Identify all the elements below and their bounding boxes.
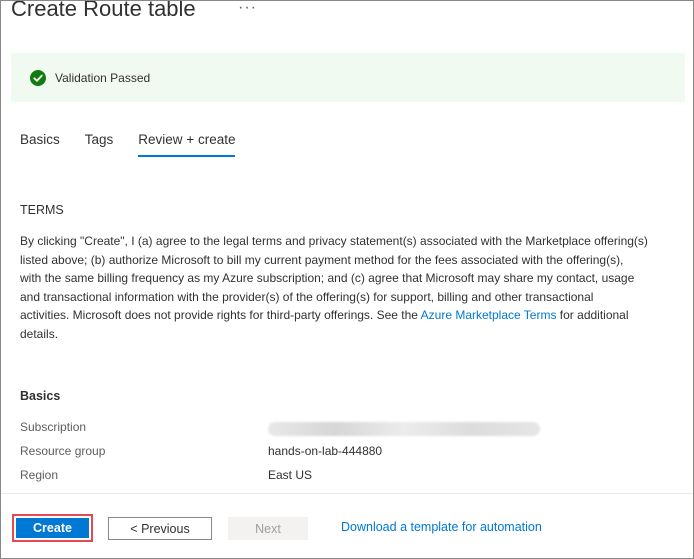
terms-text-segment: activities. Microsoft does not provide r…: [20, 308, 421, 322]
validation-text: Validation Passed: [55, 70, 151, 85]
terms-text-segment: for additional: [556, 308, 629, 322]
terms-line: activities. Microsoft does not provide r…: [20, 306, 690, 325]
terms-line: listed above; (b) authorize Microsoft to…: [20, 252, 624, 267]
resource-group-label: Resource group: [20, 444, 106, 458]
checkmark-circle-icon: [30, 69, 46, 86]
tab-basics[interactable]: Basics: [20, 132, 60, 157]
previous-button[interactable]: < Previous: [108, 517, 212, 540]
terms-text: By clicking "Create", I (a) agree to the…: [20, 232, 690, 343]
tab-tags[interactable]: Tags: [85, 132, 114, 157]
page-title: Create Route table: [11, 0, 196, 21]
create-button[interactable]: Create: [12, 514, 93, 542]
resource-group-value: hands-on-lab-444880: [268, 444, 383, 458]
action-footer: Create < Previous Next Download a templa…: [1, 493, 693, 558]
subscription-label: Subscription: [20, 420, 87, 434]
validation-banner: Validation Passed: [11, 53, 685, 102]
download-template-link[interactable]: Download a template for automation: [341, 520, 542, 534]
region-row: Region East US: [20, 468, 312, 482]
terms-line: with the same billing frequency as my Az…: [20, 271, 635, 285]
create-button-label: Create: [16, 518, 89, 538]
subscription-value-redacted: [268, 422, 540, 436]
tab-review-create[interactable]: Review + create: [138, 132, 236, 157]
create-route-table-blade: Create Route table ··· Validation Passed…: [0, 0, 694, 559]
region-label: Region: [20, 468, 59, 482]
basics-section-heading: Basics: [20, 389, 61, 403]
terms-line: By clicking "Create", I (a) agree to the…: [20, 234, 648, 248]
terms-heading: TERMS: [20, 203, 64, 217]
subscription-row: Subscription: [20, 420, 540, 436]
terms-line: details.: [20, 326, 59, 341]
terms-line: and transactional information with the p…: [20, 289, 594, 304]
more-options-icon[interactable]: ···: [238, 1, 257, 17]
tab-bar: Basics Tags Review + create: [20, 132, 236, 157]
resource-group-row: Resource group hands-on-lab-444880: [20, 444, 382, 458]
azure-marketplace-terms-link[interactable]: Azure Marketplace Terms: [421, 308, 557, 322]
region-value: East US: [268, 468, 313, 482]
next-button: Next: [228, 517, 308, 540]
